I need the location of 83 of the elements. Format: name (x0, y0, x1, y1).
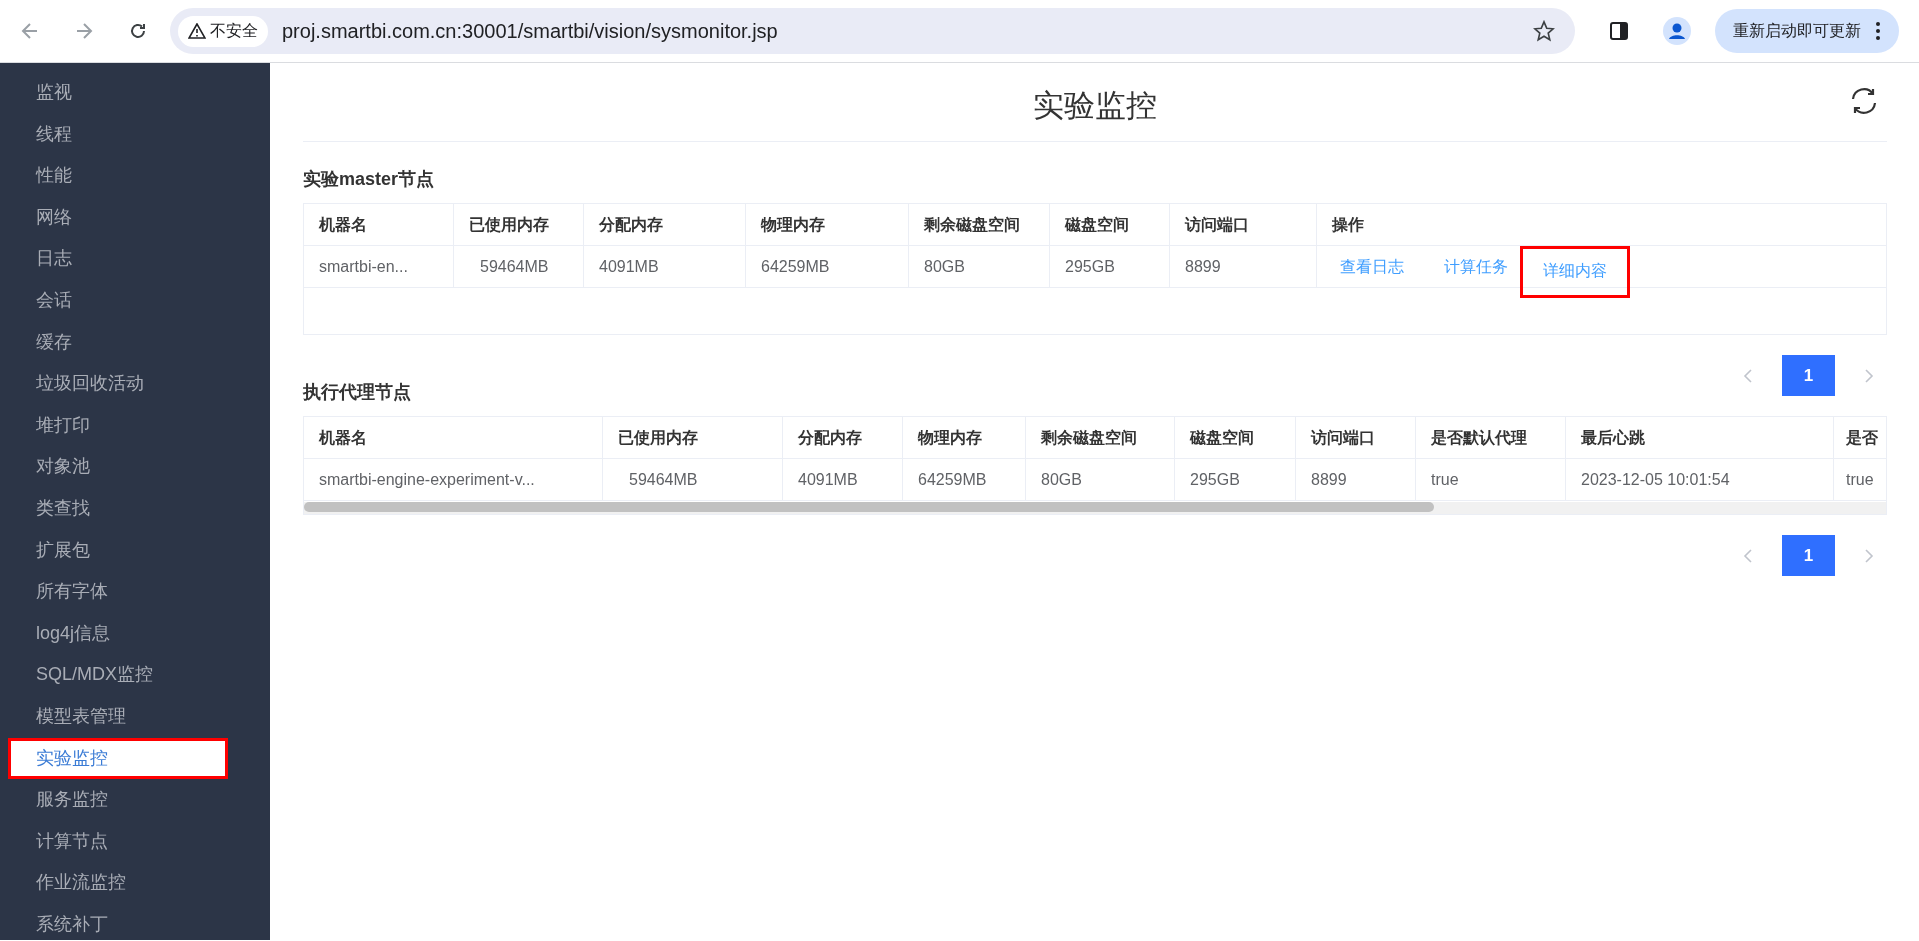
sidebar-item[interactable]: 性能 (0, 155, 270, 197)
table-cell: 80GB (909, 246, 1050, 287)
star-icon[interactable] (1533, 20, 1555, 42)
column-header: 已使用内存 (603, 417, 783, 458)
sidebar-item[interactable]: 模型表管理 (0, 695, 270, 738)
sidebar-item[interactable]: 会话 (0, 279, 270, 322)
table-cell: 8899 (1170, 246, 1317, 287)
sidebar-item[interactable]: 缓存 (0, 321, 270, 364)
reload-icon[interactable] (128, 21, 148, 41)
sidebar-item[interactable]: SQL/MDX监控 (0, 654, 270, 696)
refresh-icon[interactable] (1849, 86, 1879, 116)
previous-page-icon[interactable] (1742, 367, 1754, 384)
sidebar-item[interactable]: 日志 (0, 238, 270, 280)
column-header: 机器名 (304, 417, 603, 458)
sidebar-item[interactable]: 扩展包 (0, 529, 270, 572)
table-cell: 4091MB (584, 246, 746, 287)
page-title: 实验监控 (1033, 87, 1157, 125)
kebab-menu-icon[interactable] (1875, 21, 1881, 41)
column-header: 是否 (1845, 428, 1879, 448)
back-icon[interactable] (20, 21, 40, 41)
page-button[interactable]: 1 (1782, 535, 1835, 576)
action-link[interactable]: 计算任务 (1431, 245, 1521, 288)
table-cell-text: true (1845, 470, 1875, 490)
table-cell: 64259MB (746, 246, 909, 287)
column-header: 访问端口 (1170, 204, 1317, 245)
column-header: 剩余磁盘空间 (1026, 417, 1175, 458)
profile-icon[interactable] (1663, 17, 1691, 45)
table-cell: 80GB (1026, 459, 1175, 500)
sidebar-item[interactable]: 服务监控 (0, 779, 270, 821)
next-page-icon[interactable] (1863, 367, 1875, 384)
table-cell: 4091MB (783, 459, 903, 500)
sidebar-item[interactable]: 堆打印 (0, 404, 270, 447)
table-cell: smartbi-engine-experiment-v... (304, 459, 603, 500)
table-cell: smartbi-en... (304, 246, 454, 287)
column-header: 操作 (1330, 215, 1365, 235)
column-header: 已使用内存 (454, 204, 584, 245)
sidebar-item[interactable]: 类查找 (0, 487, 270, 530)
sidebar-item[interactable]: 计算节点 (0, 820, 270, 863)
sidebar-item[interactable]: 作业流监控 (0, 862, 270, 904)
column-header: 机器名 (304, 204, 454, 245)
action-link[interactable]: 查看日志 (1327, 245, 1417, 288)
table-cell: 59464MB (454, 246, 584, 287)
column-header: 最后心跳 (1566, 417, 1834, 458)
warning-icon (188, 23, 206, 39)
sidebar-item[interactable]: 垃圾回收活动 (0, 363, 270, 405)
url-text: proj.smartbi.com.cn:30001/smartbi/vision/sysmonitor.jsp (282, 19, 779, 43)
table-cell: 8899 (1296, 459, 1416, 500)
table-cell: 64259MB (903, 459, 1026, 500)
sidebar-item[interactable]: 对象池 (0, 446, 270, 488)
sidebar-item[interactable]: 实验监控 (8, 737, 228, 780)
column-header: 访问端口 (1296, 417, 1416, 458)
security-label: 不安全 (210, 20, 258, 41)
section-title: 执行代理节点 (303, 381, 412, 404)
table-cell: 2023-12-05 10:01:54 (1566, 459, 1834, 500)
sidebar-item[interactable]: 所有字体 (0, 571, 270, 613)
sidebar-item[interactable]: 系统补丁 (0, 903, 270, 941)
forward-icon[interactable] (74, 21, 94, 41)
column-header: 剩余磁盘空间 (909, 204, 1050, 245)
table-cell: 295GB (1050, 246, 1170, 287)
table-cell: 59464MB (603, 459, 783, 500)
column-header: 是否默认代理 (1416, 417, 1566, 458)
previous-page-icon[interactable] (1742, 547, 1754, 564)
column-header: 分配内存 (584, 204, 746, 245)
sidebar-item[interactable]: 网络 (0, 196, 270, 239)
column-header: 磁盘空间 (1175, 417, 1296, 458)
column-header: 物理内存 (903, 417, 1026, 458)
sidebar-item[interactable]: 监视 (0, 72, 270, 114)
column-header: 磁盘空间 (1050, 204, 1170, 245)
action-link[interactable]: 详细内容 (1523, 248, 1627, 295)
table-cell: 295GB (1175, 459, 1296, 500)
security-chip[interactable]: 不安全 (178, 15, 268, 47)
column-header: 物理内存 (746, 204, 909, 245)
sidebar-item[interactable]: 线程 (0, 113, 270, 156)
sidebar-item[interactable]: log4j信息 (0, 612, 270, 655)
table-cell: true (1416, 459, 1566, 500)
scrollbar-thumb[interactable] (304, 502, 1434, 512)
side-panel-icon[interactable] (1609, 21, 1629, 41)
update-button[interactable]: 重新启动即可更新 (1715, 9, 1899, 53)
column-header: 分配内存 (783, 417, 903, 458)
section-title: 实验master节点 (303, 168, 436, 191)
page-button[interactable]: 1 (1782, 355, 1835, 396)
next-page-icon[interactable] (1863, 547, 1875, 564)
address-bar[interactable]: 不安全 proj.smartbi.com.cn:30001/smartbi/vision/sysmonitor.jsp (170, 8, 1575, 54)
